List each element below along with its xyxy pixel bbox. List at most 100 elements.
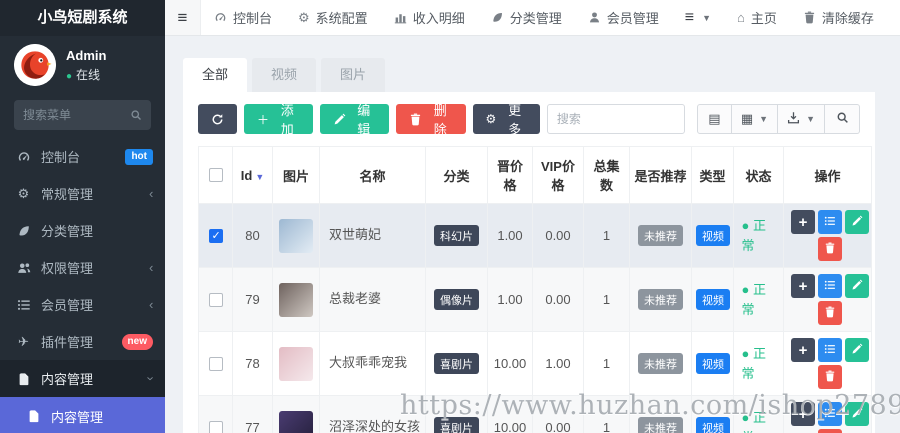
row-checkbox[interactable] bbox=[208, 420, 223, 433]
hamburger-icon: ≡ bbox=[177, 7, 188, 27]
add-episode-button[interactable]: + bbox=[791, 338, 815, 362]
delete-row-button[interactable] bbox=[818, 365, 842, 389]
column-header[interactable]: 状态 bbox=[733, 146, 784, 204]
header-checkbox-cell bbox=[198, 146, 233, 204]
edit-row-button[interactable] bbox=[845, 210, 869, 234]
add-episode-button[interactable]: + bbox=[791, 402, 815, 426]
more-button[interactable]: ⚙ 更多 bbox=[472, 103, 540, 137]
export-button[interactable]: ▼ bbox=[778, 104, 826, 134]
episode-list-button[interactable] bbox=[818, 402, 842, 426]
column-header[interactable]: 晋价格 bbox=[487, 146, 533, 204]
search-icon[interactable] bbox=[130, 109, 142, 121]
type-badge: 视频 bbox=[696, 417, 730, 433]
file-icon bbox=[25, 409, 42, 423]
table-search: ▤ ▦▼ ▼ bbox=[546, 104, 861, 134]
trash-icon bbox=[824, 305, 836, 322]
column-header[interactable]: 是否推荐 bbox=[629, 146, 692, 204]
thumbnail[interactable] bbox=[279, 346, 313, 381]
add-episode-button[interactable]: + bbox=[791, 274, 815, 298]
row-checkbox[interactable] bbox=[208, 356, 223, 371]
column-header[interactable]: 操作 bbox=[783, 146, 872, 204]
caret-down-icon: ▼ bbox=[759, 114, 769, 124]
navbar-menu-dropdown[interactable]: ≡ ▼ bbox=[672, 0, 724, 35]
sidebar-item[interactable]: ✈ 插件管理 new bbox=[0, 323, 165, 360]
thumbnail[interactable] bbox=[279, 410, 313, 433]
select-all-checkbox[interactable] bbox=[208, 168, 223, 182]
bird-logo-icon bbox=[14, 44, 56, 86]
navbar-item[interactable]: 收入明细 bbox=[381, 0, 478, 35]
navbar-item[interactable]: ⚙ 系统配置 bbox=[285, 0, 381, 35]
episode-list-button[interactable] bbox=[818, 338, 842, 362]
column-header[interactable]: VIP价格 bbox=[532, 146, 584, 204]
episode-list-button[interactable] bbox=[818, 274, 842, 298]
sidebar-item-label: 插件管理 bbox=[41, 335, 94, 350]
category-badge: 科幻片 bbox=[434, 225, 479, 246]
add-episode-button[interactable]: + bbox=[791, 210, 815, 234]
sidebar-item[interactable]: 控制台 hot bbox=[0, 138, 165, 175]
detail-view-button[interactable]: ▤ bbox=[696, 104, 732, 134]
row-checkbox[interactable] bbox=[208, 228, 223, 243]
tab-bar: 全部 视频 图片 bbox=[183, 58, 875, 92]
sidebar-search-input[interactable] bbox=[23, 108, 130, 122]
recommend-badge: 未推荐 bbox=[638, 353, 683, 374]
row-checkbox[interactable] bbox=[208, 292, 223, 307]
edit-row-button[interactable] bbox=[845, 274, 869, 298]
sidebar-item[interactable]: 内容管理 › bbox=[0, 360, 165, 397]
row-actions: + bbox=[788, 274, 871, 325]
navbar-right-item[interactable]: 清除缓存 bbox=[790, 0, 887, 35]
sidebar-item[interactable]: 会员管理 › bbox=[0, 286, 165, 323]
tab[interactable]: 视频 bbox=[252, 58, 317, 92]
plus-icon: + bbox=[798, 405, 808, 423]
sidebar-toggle-button[interactable]: ≡ bbox=[165, 0, 201, 35]
tachometer-icon bbox=[214, 11, 227, 24]
column-header[interactable]: 总集数 bbox=[583, 146, 630, 204]
sidebar-badge: hot bbox=[125, 148, 153, 165]
user-icon bbox=[588, 11, 601, 24]
columns-button[interactable]: ▦ ▼ bbox=[731, 104, 779, 134]
pencil-icon bbox=[851, 406, 863, 423]
search-button[interactable] bbox=[825, 104, 861, 134]
navbar-right-item[interactable]: ⌂ 主页 bbox=[724, 0, 790, 35]
refresh-button[interactable] bbox=[198, 104, 237, 134]
delete-button[interactable]: 删除 bbox=[396, 103, 466, 137]
delete-row-button[interactable] bbox=[818, 237, 842, 261]
edit-row-button[interactable] bbox=[845, 402, 869, 426]
chevron-icon: › bbox=[148, 297, 153, 312]
thumbnail[interactable] bbox=[279, 282, 313, 317]
caret-down-icon: ▼ bbox=[806, 114, 816, 124]
navbar-item[interactable]: 控制台 bbox=[201, 0, 285, 35]
sidebar-item[interactable]: 分类管理 bbox=[0, 212, 165, 249]
column-header[interactable]: 图片 bbox=[272, 146, 320, 204]
navbar-item[interactable]: 分类管理 bbox=[478, 0, 575, 35]
navbar-item[interactable]: 会员管理 bbox=[575, 0, 672, 35]
table-search-input[interactable] bbox=[546, 104, 685, 134]
avatar[interactable] bbox=[14, 44, 56, 86]
column-header[interactable]: 分类 bbox=[425, 146, 488, 204]
cell-vip-price: 0.00 bbox=[532, 267, 584, 332]
table-tools: ▤ ▦ ▼ ▼ bbox=[696, 104, 861, 134]
sidebar-item[interactable]: 权限管理 › bbox=[0, 249, 165, 286]
column-header[interactable]: 类型 bbox=[691, 146, 734, 204]
delete-row-button[interactable] bbox=[818, 301, 842, 325]
sidebar-item[interactable]: ⚙ 常规管理 › bbox=[0, 175, 165, 212]
column-header[interactable]: Id ▼ bbox=[232, 146, 273, 204]
cell-id: 79 bbox=[232, 267, 273, 332]
fullscreen-button[interactable] bbox=[887, 0, 900, 35]
cell-vip-price: 0.00 bbox=[532, 203, 584, 268]
sidebar-subitem[interactable]: 内容管理 bbox=[0, 397, 165, 433]
delete-row-button[interactable] bbox=[818, 429, 842, 433]
navbar-right-item-label: 清除缓存 bbox=[821, 11, 874, 26]
online-dot-icon: ● bbox=[66, 70, 73, 82]
tab[interactable]: 图片 bbox=[321, 58, 386, 92]
add-button[interactable]: ＋添加 bbox=[244, 103, 313, 137]
edit-button[interactable]: 编辑 bbox=[319, 103, 390, 137]
column-header[interactable]: 名称 bbox=[319, 146, 426, 204]
thumbnail[interactable] bbox=[279, 218, 313, 253]
tab[interactable]: 全部 bbox=[183, 58, 248, 92]
sort-caret-icon[interactable]: ▼ bbox=[255, 172, 264, 182]
caret-down-icon: ▼ bbox=[702, 12, 711, 23]
episode-list-button[interactable] bbox=[818, 210, 842, 234]
edit-row-button[interactable] bbox=[845, 338, 869, 362]
category-badge: 喜剧片 bbox=[434, 417, 479, 433]
cell-id: 77 bbox=[232, 395, 273, 433]
